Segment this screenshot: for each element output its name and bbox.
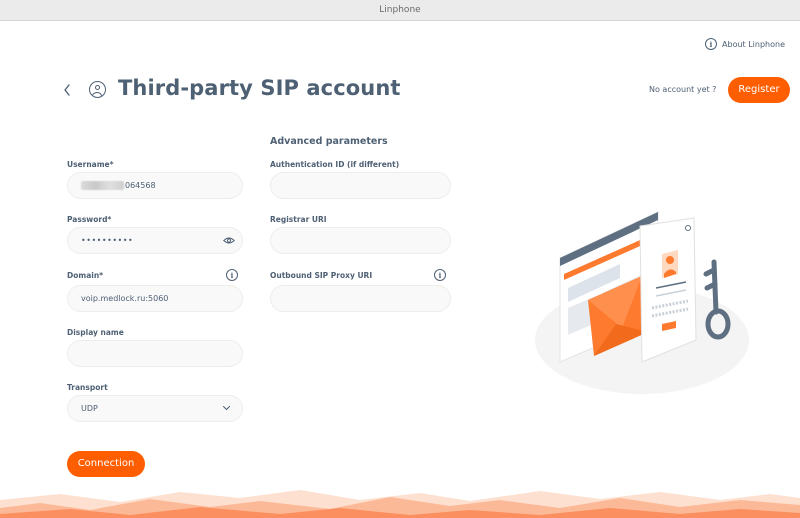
info-icon: i	[434, 269, 446, 281]
auth-id-field[interactable]	[270, 172, 451, 199]
domain-label: Domain*	[67, 271, 104, 280]
info-icon: i	[226, 269, 238, 281]
display-name-field[interactable]	[67, 340, 243, 367]
advanced-parameters-title: Advanced parameters	[270, 136, 388, 147]
domain-info-button[interactable]: i	[226, 269, 238, 281]
transport-value: UDP	[81, 404, 98, 413]
register-button[interactable]: Register	[728, 77, 790, 103]
username-value: 064568	[125, 181, 156, 190]
redacted-username-part	[81, 181, 124, 190]
auth-id-label: Authentication ID (if different)	[270, 160, 400, 169]
password-label: Password*	[67, 215, 112, 224]
about-link[interactable]: i About Linphone	[705, 38, 785, 50]
proxy-uri-field[interactable]	[270, 285, 451, 312]
registrar-uri-field[interactable]	[270, 227, 451, 254]
user-circle-icon	[89, 81, 106, 98]
username-field[interactable]: 064568	[67, 172, 243, 199]
about-label: About Linphone	[722, 39, 785, 49]
no-account-text: No account yet ?	[649, 85, 717, 94]
info-icon: i	[705, 38, 718, 50]
eye-icon[interactable]	[223, 236, 235, 245]
password-value: ••••••••••	[81, 236, 134, 245]
decorative-mountains	[0, 490, 800, 518]
back-button[interactable]	[62, 80, 78, 100]
domain-value: voip.medlock.ru:5060	[81, 294, 169, 303]
registrar-uri-label: Registrar URI	[270, 215, 327, 224]
window-titlebar: Linphone	[0, 0, 800, 21]
transport-label: Transport	[67, 383, 108, 392]
connection-button[interactable]: Connection	[67, 451, 145, 477]
window-title: Linphone	[379, 5, 421, 15]
proxy-info-button[interactable]: i	[434, 269, 446, 281]
transport-select[interactable]: UDP	[67, 395, 243, 422]
chevron-left-icon	[64, 84, 70, 96]
proxy-uri-label: Outbound SIP Proxy URI	[270, 271, 373, 280]
domain-field[interactable]: voip.medlock.ru:5060	[67, 285, 243, 312]
page-title: Third-party SIP account	[118, 76, 401, 100]
display-name-label: Display name	[67, 328, 124, 337]
password-field[interactable]: ••••••••••	[67, 227, 243, 254]
chevron-down-icon	[222, 396, 231, 431]
username-label: Username*	[67, 160, 114, 169]
account-illustration	[535, 211, 749, 394]
